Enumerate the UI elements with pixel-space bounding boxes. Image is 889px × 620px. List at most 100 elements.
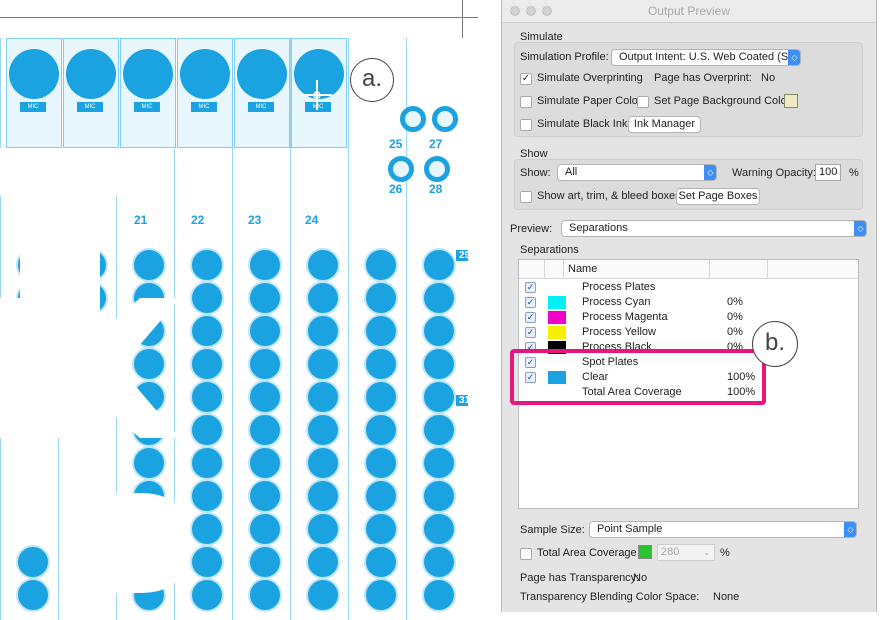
eq-knob-icon <box>422 446 456 480</box>
eq-knob-icon <box>422 347 456 381</box>
separation-row[interactable]: ✓ Process Magenta 0% <box>519 310 858 325</box>
fx-return-knob-icon <box>388 156 414 182</box>
separation-row[interactable]: ✓ Process Yellow 0% <box>519 325 858 340</box>
warning-opacity-input[interactable]: 100 <box>815 164 841 181</box>
document-artwork: MIC19MIC20MIC21MIC22MIC23MIC242527262831… <box>0 0 478 620</box>
eq-knob-icon <box>422 314 456 348</box>
crosshair-cursor-icon <box>302 80 332 110</box>
eq-knob-icon <box>422 380 456 414</box>
eq-knob-icon <box>422 413 456 447</box>
page-has-overprint-value: No <box>761 72 776 84</box>
page-has-transparency-value: No <box>633 572 648 584</box>
separation-swatch <box>548 296 566 309</box>
eq-knob-icon <box>248 380 282 414</box>
simulate-paper-color-checkbox[interactable] <box>520 96 532 108</box>
show-boxes-checkbox[interactable] <box>520 191 532 203</box>
eq-knob-icon <box>364 347 398 381</box>
eq-knob-icon <box>422 281 456 315</box>
preview-value: Separations <box>569 222 628 234</box>
fx-channel-number: 27 <box>429 137 443 151</box>
eq-knob-icon <box>248 479 282 513</box>
ink-manager-button[interactable]: Ink Manager <box>628 116 701 133</box>
page-has-transparency-label: Page has Transparency: <box>520 572 640 584</box>
coverage-unit: % <box>720 547 730 559</box>
eq-knob-icon <box>422 545 456 579</box>
eq-knob-icon <box>248 545 282 579</box>
separation-checkbox[interactable]: ✓ <box>525 282 536 293</box>
eq-knob-icon <box>364 479 398 513</box>
eq-knob-icon <box>248 347 282 381</box>
mixer-knob-grid: MIC19MIC20MIC21MIC22MIC23MIC242527262831… <box>0 38 468 620</box>
simulate-overprinting-checkbox[interactable]: ✓ <box>520 73 532 85</box>
eq-knob-icon <box>364 314 398 348</box>
simulate-overprinting-label: Simulate Overprinting <box>537 72 643 84</box>
eq-knob-icon <box>306 545 340 579</box>
fx-send-knob-icon <box>400 106 426 132</box>
set-page-background-checkbox[interactable] <box>637 96 649 108</box>
window-title: Output Preview <box>647 4 731 18</box>
coverage-color-swatch[interactable] <box>638 545 652 559</box>
column-header-name[interactable]: Name <box>568 263 597 275</box>
sample-size-select[interactable]: Point Sample ◇ <box>589 521 857 538</box>
eq-knob-icon <box>248 512 282 546</box>
simulation-profile-select[interactable]: Output Intent: U.S. Web Coated (SWOP)...… <box>611 49 801 66</box>
simulation-profile-value: Output Intent: U.S. Web Coated (SWOP)... <box>619 51 800 63</box>
warning-opacity-label: Warning Opacity: <box>732 167 816 179</box>
eq-knob-icon <box>248 314 282 348</box>
eq-knob-icon <box>364 512 398 546</box>
separation-swatch <box>548 311 566 324</box>
separation-checkbox[interactable]: ✓ <box>525 312 536 323</box>
title-bar: Output Preview <box>502 0 876 23</box>
output-preview-window: Output Preview Simulate Simulation Profi… <box>501 0 877 612</box>
column-divider <box>563 260 564 278</box>
mixer-image: MIC19MIC20MIC21MIC22MIC23MIC242527262831… <box>0 38 468 620</box>
eq-knob-icon <box>306 413 340 447</box>
separation-row[interactable]: ✓ Process Plates <box>519 280 858 295</box>
eq-knob-icon <box>364 413 398 447</box>
eq-knob-icon <box>306 347 340 381</box>
preview-label: Preview: <box>510 223 553 235</box>
separation-row[interactable]: ✓ Process Cyan 0% <box>519 295 858 310</box>
eq-knob-icon <box>306 578 340 612</box>
total-area-coverage-checkbox[interactable] <box>520 548 532 560</box>
coverage-value: 280 <box>661 546 680 558</box>
separation-percent: 0% <box>727 311 743 323</box>
preview-select[interactable]: Separations ◇ <box>561 220 867 237</box>
chevron-updown-icon: ◇ <box>844 522 856 537</box>
separations-heading: Separations <box>520 244 579 256</box>
set-page-boxes-button[interactable]: Set Page Boxes <box>676 188 760 205</box>
show-value: All <box>565 166 578 178</box>
simulate-paper-color-label: Simulate Paper Color <box>537 95 642 107</box>
page-edge-top <box>0 17 478 18</box>
chevron-updown-icon: ◇ <box>788 50 800 65</box>
separation-name: Process Plates <box>582 281 656 293</box>
separation-checkbox[interactable]: ✓ <box>525 327 536 338</box>
show-label: Show: <box>520 167 551 179</box>
separation-checkbox[interactable]: ✓ <box>525 297 536 308</box>
big-letter-graphic <box>0 148 190 620</box>
coverage-value-combo[interactable]: 280 ⌄ <box>657 544 715 561</box>
side-badge: 31 <box>456 395 468 406</box>
page-background-swatch[interactable] <box>784 94 798 108</box>
eq-knob-icon <box>422 578 456 612</box>
total-area-coverage-label: Total Area Coverage <box>537 547 637 559</box>
simulate-black-ink-checkbox[interactable] <box>520 119 532 131</box>
eq-knob-icon <box>306 380 340 414</box>
set-page-background-label: Set Page Background Color <box>654 95 791 107</box>
simulation-profile-label: Simulation Profile: <box>520 51 609 63</box>
separation-percent: 0% <box>727 326 743 338</box>
mic-input-jack-icon <box>237 49 287 99</box>
eq-knob-icon <box>306 479 340 513</box>
sample-size-label: Sample Size: <box>520 524 585 536</box>
fx-channel-number: 28 <box>429 182 443 196</box>
eq-knob-icon <box>306 248 340 282</box>
eq-knob-icon <box>364 578 398 612</box>
fx-channel-number: 26 <box>389 182 403 196</box>
spot-plates-highlight <box>510 349 766 405</box>
show-select[interactable]: All ◇ <box>557 164 717 181</box>
eq-knob-icon <box>306 281 340 315</box>
eq-knob-icon <box>248 248 282 282</box>
column-divider <box>709 260 710 278</box>
callout-a: a. <box>350 58 394 102</box>
sample-size-value: Point Sample <box>597 523 663 535</box>
